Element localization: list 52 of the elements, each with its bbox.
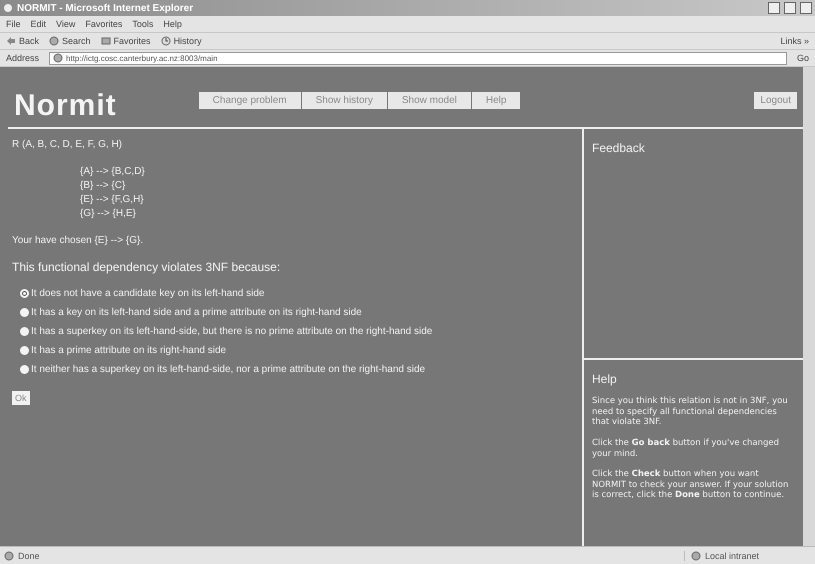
question-text: This functional dependency violates 3NF because:: [12, 260, 282, 274]
address-field[interactable]: http://ictg.cosc.canterbury.ac.nz:8003/main: [49, 52, 787, 64]
search-icon: [49, 36, 60, 46]
folder-icon: [100, 36, 111, 46]
dependency-text: {G} --> {H,E}: [80, 208, 137, 219]
radio-button[interactable]: [20, 365, 29, 374]
help-text: Since you think this relation is not in 3NF, you need to specify all functional dependencies that violate 3NF.: [592, 396, 789, 428]
menu-item[interactable]: Help: [163, 19, 182, 29]
maximize-button[interactable]: [784, 2, 796, 14]
help-text: Click the Check button when you want NORMIT to check your answer. If your solution is correct, click the Done button to continue.: [592, 469, 790, 501]
radio-button[interactable]: [20, 289, 29, 298]
radio-button[interactable]: [20, 346, 29, 355]
option-label: It does not have a candidate key on its left-hand side: [31, 288, 264, 299]
menu-item[interactable]: Favorites: [85, 19, 122, 29]
toolbar-button[interactable]: Back: [6, 36, 40, 46]
go-button[interactable]: Go: [796, 53, 809, 63]
page-icon: [4, 550, 14, 560]
status-text: Done: [18, 550, 40, 560]
zone-icon: [691, 550, 701, 560]
option-label: It has a key on its left-hand side and a prime attribute on its right-hand side: [31, 307, 362, 318]
clock-icon: [160, 36, 171, 46]
window-title: NORMIT - Microsoft Internet Explorer: [17, 2, 194, 14]
option-label: It has a prime attribute on its right-hand side: [31, 345, 226, 356]
help-text: Click the Go back button if you've changed your mind.: [592, 438, 780, 460]
option-label: It neither has a superkey on its left-hand-side, nor a prime attribute on the right-hand side: [31, 364, 426, 375]
logo: Normit: [14, 89, 117, 123]
toolbar-button[interactable]: Favorites: [100, 36, 151, 46]
relation-text: R (A, B, C, D, E, F, G, H): [12, 139, 124, 150]
menu-item[interactable]: Edit: [30, 19, 46, 29]
radio-button[interactable]: [20, 327, 29, 336]
menu-item[interactable]: File: [6, 19, 21, 29]
page-icon: [53, 53, 64, 63]
toolbar-button[interactable]: Search: [49, 36, 91, 46]
browser-icon: [3, 3, 13, 13]
address-label: Address: [6, 53, 40, 63]
feedback-title: Feedback: [592, 141, 646, 155]
minimize-button[interactable]: [768, 2, 780, 14]
help-title: Help: [592, 372, 618, 386]
links-button[interactable]: Links »: [780, 36, 809, 46]
radio-button[interactable]: [20, 308, 29, 317]
close-button[interactable]: [800, 2, 812, 14]
dependency-text: {A} --> {B,C,D}: [80, 166, 146, 177]
dependency-text: {E} --> {F,G,H}: [80, 194, 145, 205]
chosen-text: Your have chosen {E} --> {G}.: [12, 235, 144, 246]
zone-text: Local intranet: [705, 550, 760, 560]
back-arrow-icon: [6, 36, 16, 46]
menu-item[interactable]: View: [56, 19, 76, 29]
option-label: It has a superkey on its left-hand-side, but there is no prime attribute on the right-hand side: [31, 326, 432, 337]
dependency-text: {B} --> {C}: [80, 180, 126, 191]
menu-item[interactable]: Tools: [132, 19, 154, 29]
toolbar-button[interactable]: History: [160, 36, 202, 46]
scrollbar[interactable]: [803, 67, 815, 546]
